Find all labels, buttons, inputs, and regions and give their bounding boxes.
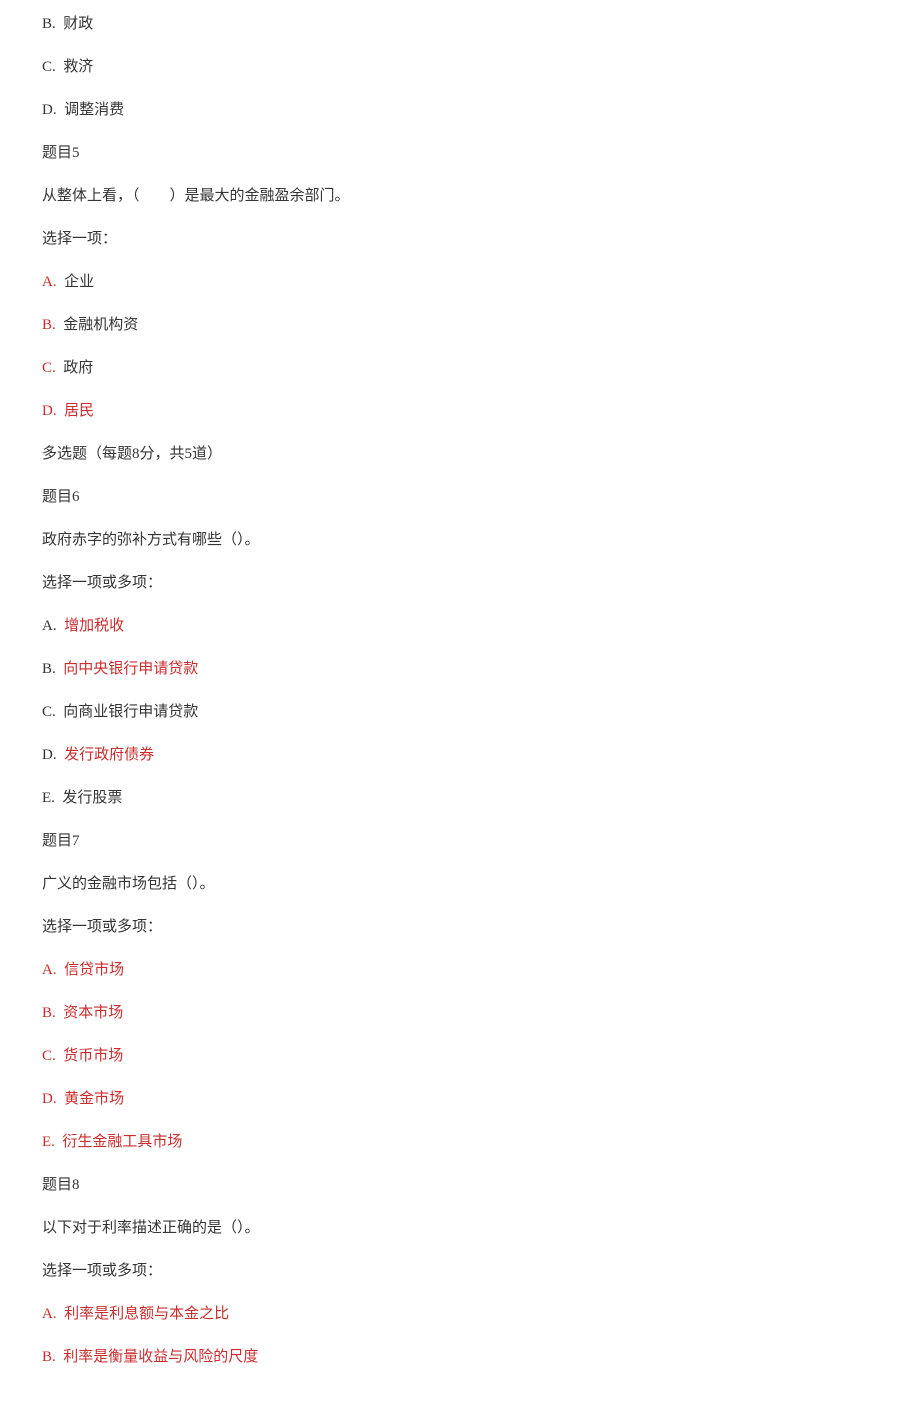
- section-header: 多选题（每题8分，共5道）: [42, 444, 878, 465]
- option-line: B. 财政: [42, 14, 878, 35]
- question-stem: 政府赤字的弥补方式有哪些（）。: [42, 530, 878, 551]
- option-text: 政府: [63, 360, 93, 376]
- option-line: A. 信贷市场: [42, 960, 878, 981]
- question-stem: 从整体上看，（ ）是最大的金融盈余部门。: [42, 186, 878, 207]
- option-letter: A.: [42, 1306, 57, 1322]
- option-line: D. 发行政府债券: [42, 745, 878, 766]
- question-stem: 广义的金融市场包括（）。: [42, 874, 878, 895]
- option-text: 衍生金融工具市场: [62, 1134, 182, 1150]
- option-line: A. 企业: [42, 272, 878, 293]
- option-text: 利率是利息额与本金之比: [64, 1306, 229, 1322]
- option-text: 调整消费: [64, 102, 124, 118]
- option-text: 信贷市场: [64, 962, 124, 978]
- question-title: 题目7: [42, 831, 878, 852]
- option-text: 利率是衡量收益与风险的尺度: [63, 1349, 258, 1365]
- question-prompt: 选择一项或多项：: [42, 573, 878, 594]
- option-line: B. 金融机构资: [42, 315, 878, 336]
- option-letter: D.: [42, 403, 57, 419]
- option-letter: B.: [42, 1349, 56, 1365]
- option-line: A. 增加税收: [42, 616, 878, 637]
- option-text: 向中央银行申请贷款: [63, 661, 198, 677]
- option-letter: B.: [42, 661, 56, 677]
- option-text: 发行政府债券: [64, 747, 154, 763]
- option-line: D. 居民: [42, 401, 878, 422]
- option-line: E. 发行股票: [42, 788, 878, 809]
- option-line: C. 政府: [42, 358, 878, 379]
- option-text: 企业: [64, 274, 94, 290]
- option-line: B. 向中央银行申请贷款: [42, 659, 878, 680]
- option-letter: B.: [42, 16, 56, 32]
- option-text: 发行股票: [62, 790, 122, 806]
- question-prompt: 选择一项或多项：: [42, 1261, 878, 1282]
- option-line: B. 利率是衡量收益与风险的尺度: [42, 1347, 878, 1368]
- question-prompt: 选择一项或多项：: [42, 917, 878, 938]
- option-line: C. 救济: [42, 57, 878, 78]
- option-letter: C.: [42, 704, 56, 720]
- option-text: 货币市场: [63, 1048, 123, 1064]
- question-prompt: 选择一项：: [42, 229, 878, 250]
- option-letter: D.: [42, 747, 57, 763]
- option-letter: C.: [42, 360, 56, 376]
- option-line: D. 调整消费: [42, 100, 878, 121]
- question-title: 题目5: [42, 143, 878, 164]
- option-letter: B.: [42, 317, 56, 333]
- question-stem: 以下对于利率描述正确的是（）。: [42, 1218, 878, 1239]
- option-letter: B.: [42, 1005, 56, 1021]
- option-line: C. 货币市场: [42, 1046, 878, 1067]
- option-text: 资本市场: [63, 1005, 123, 1021]
- option-letter: A.: [42, 274, 57, 290]
- option-letter: A.: [42, 962, 57, 978]
- option-letter: C.: [42, 59, 56, 75]
- option-line: A. 利率是利息额与本金之比: [42, 1304, 878, 1325]
- option-line: B. 资本市场: [42, 1003, 878, 1024]
- option-text: 黄金市场: [64, 1091, 124, 1107]
- option-text: 向商业银行申请贷款: [63, 704, 198, 720]
- option-text: 增加税收: [64, 618, 124, 634]
- option-letter: E.: [42, 790, 55, 806]
- option-text: 居民: [64, 403, 94, 419]
- option-letter: E.: [42, 1134, 55, 1150]
- question-title: 题目8: [42, 1175, 878, 1196]
- option-letter: D.: [42, 1091, 57, 1107]
- option-line: E. 衍生金融工具市场: [42, 1132, 878, 1153]
- option-text: 财政: [63, 16, 93, 32]
- option-letter: D.: [42, 102, 57, 118]
- question-title: 题目6: [42, 487, 878, 508]
- option-letter: C.: [42, 1048, 56, 1064]
- option-text: 救济: [63, 59, 93, 75]
- option-line: D. 黄金市场: [42, 1089, 878, 1110]
- option-letter: A.: [42, 618, 57, 634]
- option-text: 金融机构资: [63, 317, 138, 333]
- option-line: C. 向商业银行申请贷款: [42, 702, 878, 723]
